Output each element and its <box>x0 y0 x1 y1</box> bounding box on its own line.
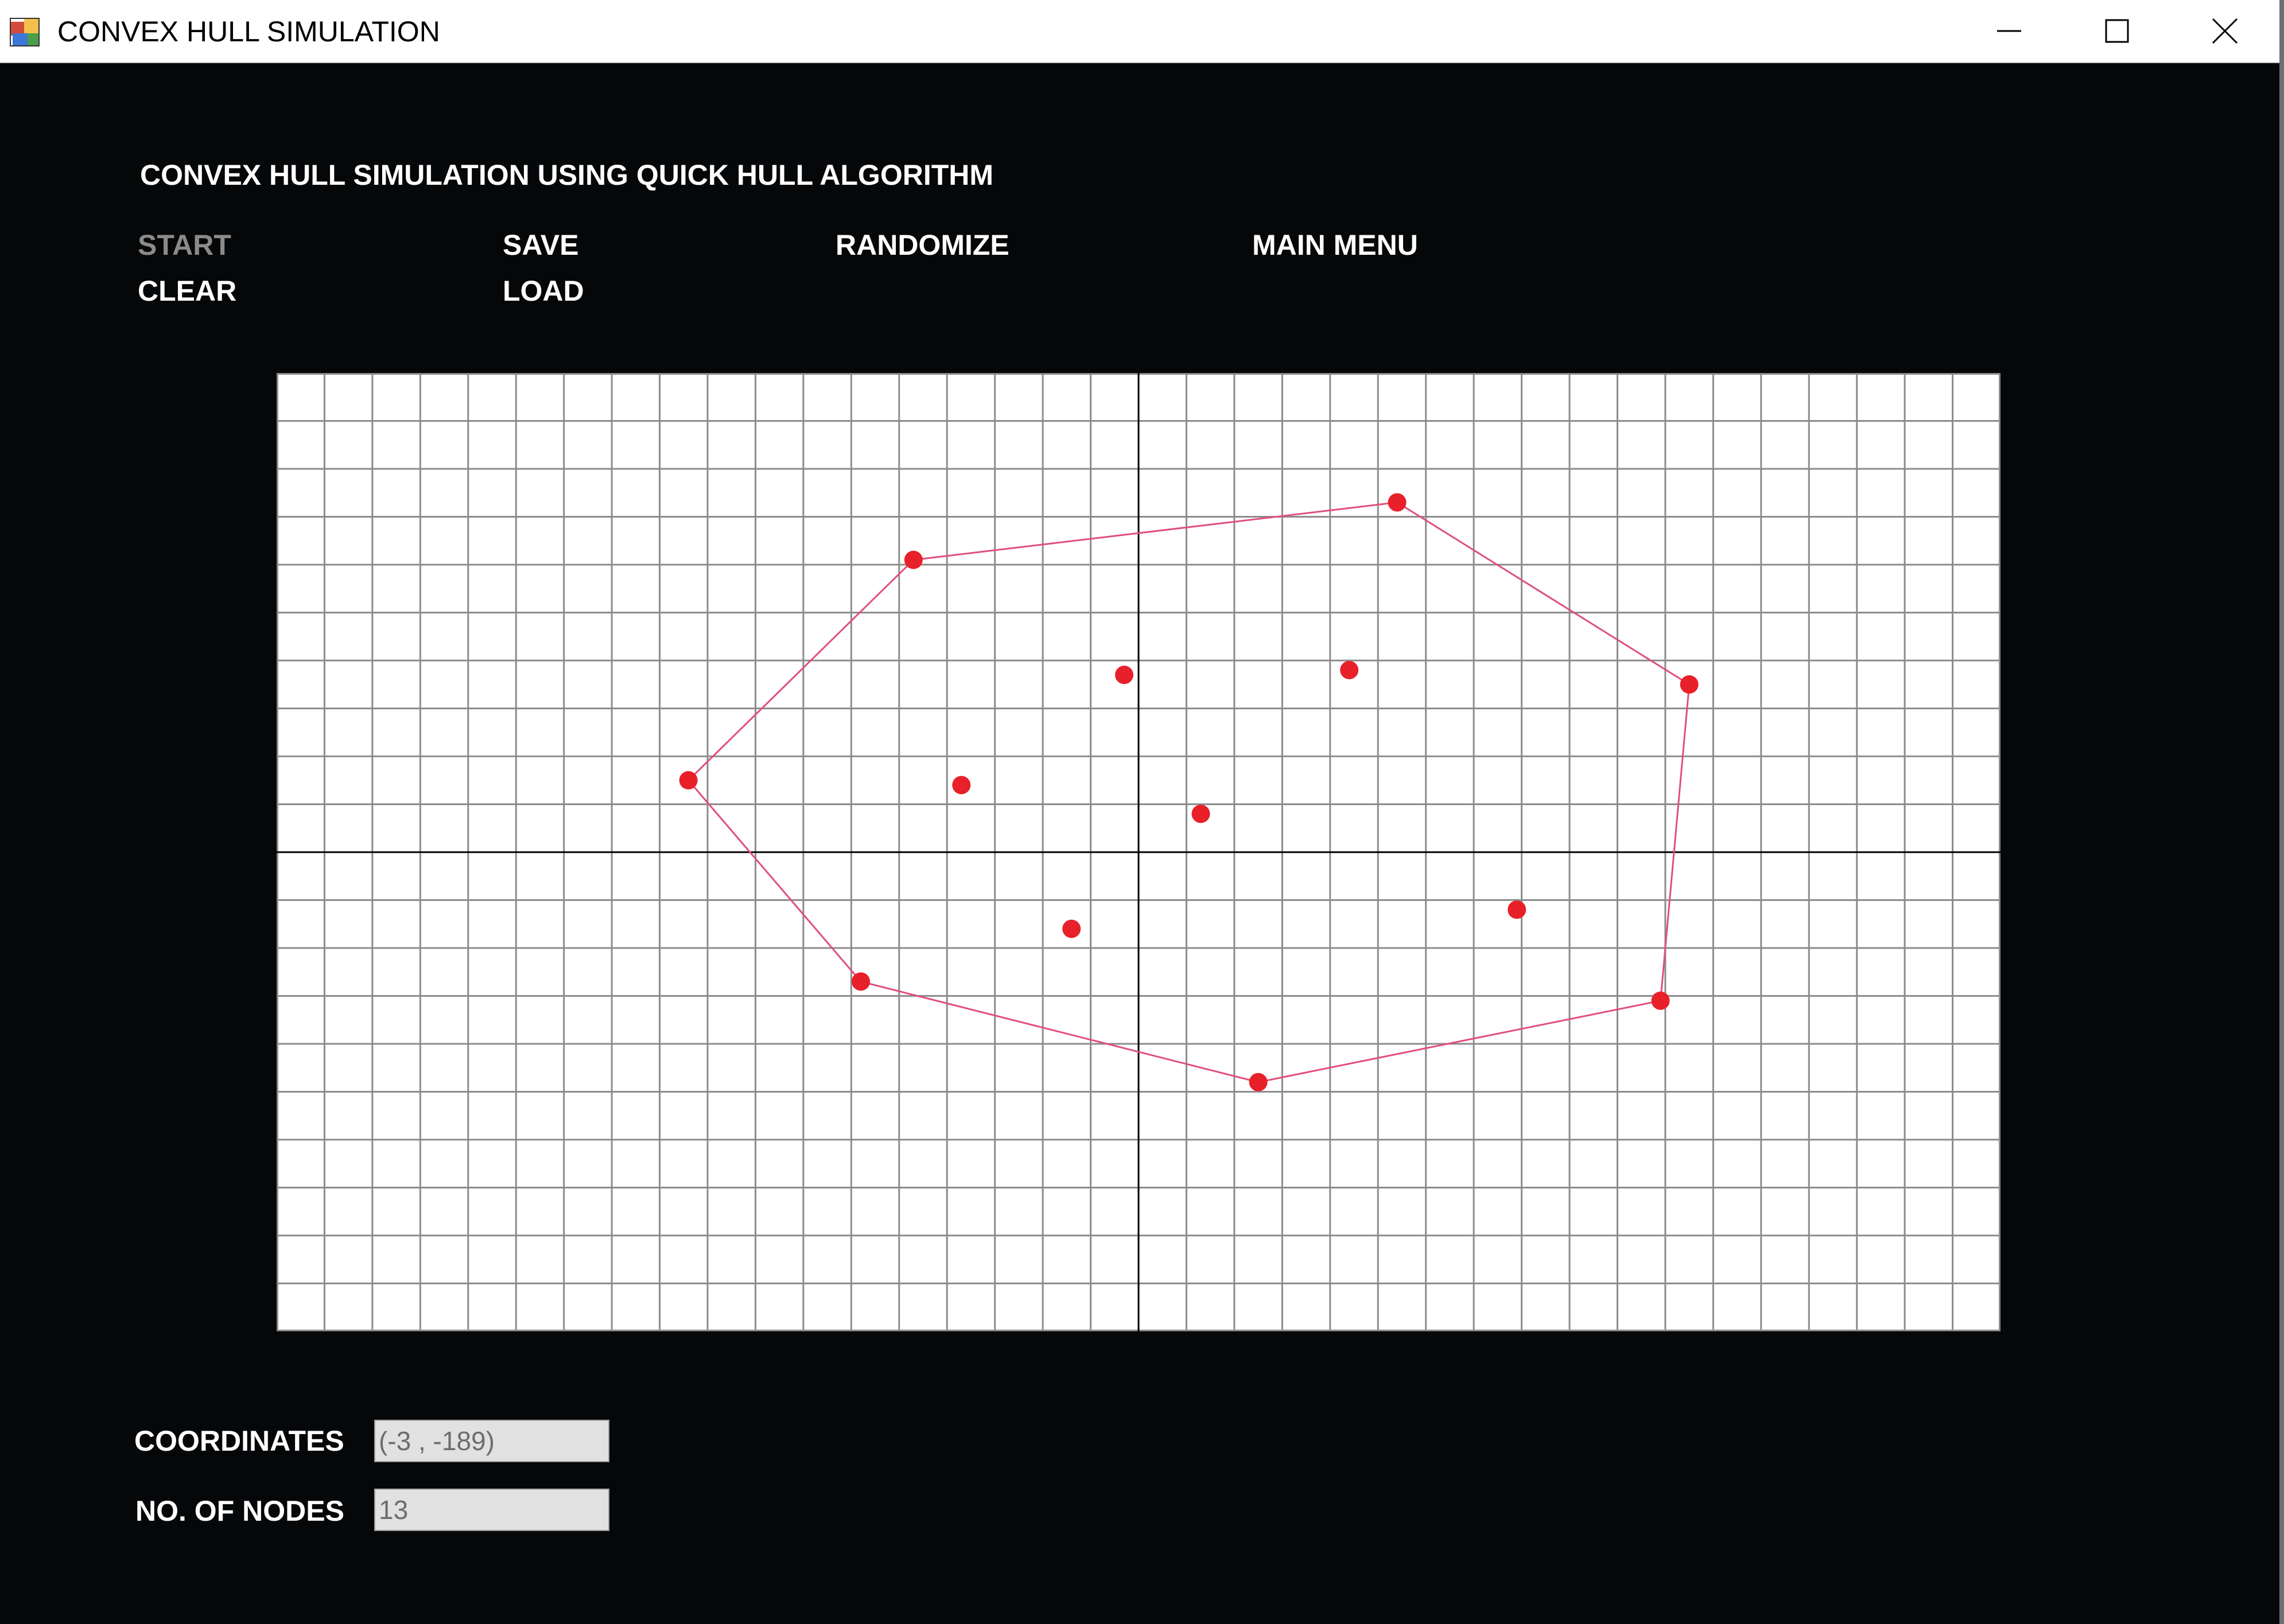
page-heading: CONVEX HULL SIMULATION USING QUICK HULL … <box>140 159 994 191</box>
start-button[interactable]: START <box>138 228 231 262</box>
nodes-count-label: NO. OF NODES <box>135 1495 344 1527</box>
node-point <box>1680 675 1699 694</box>
node-point <box>904 550 923 569</box>
simulation-canvas[interactable] <box>277 373 2001 1331</box>
clear-button[interactable]: CLEAR <box>138 274 236 308</box>
node-point <box>1191 805 1210 823</box>
title-bar[interactable]: CONVEX HULL SIMULATION <box>0 0 2279 63</box>
save-button[interactable]: SAVE <box>503 228 578 262</box>
window-title: CONVEX HULL SIMULATION <box>57 15 440 48</box>
node-point <box>852 972 871 991</box>
maximize-button[interactable] <box>2063 0 2171 62</box>
coordinates-label: COORDINATES <box>134 1425 344 1457</box>
load-button[interactable]: LOAD <box>503 274 584 308</box>
node-point <box>679 771 698 790</box>
maximize-icon <box>2105 19 2129 43</box>
minimize-button[interactable] <box>1955 0 2063 62</box>
minimize-icon <box>1997 30 2021 32</box>
app-icon <box>10 18 40 46</box>
nodes-layer <box>679 493 1699 1091</box>
coordinates-field[interactable] <box>374 1420 609 1462</box>
node-point <box>1388 493 1407 512</box>
randomize-button[interactable]: RANDOMIZE <box>836 228 1009 262</box>
node-point <box>1062 919 1081 938</box>
node-point <box>1340 661 1359 679</box>
node-point <box>1249 1073 1268 1091</box>
close-icon <box>2212 18 2238 44</box>
close-button[interactable] <box>2171 0 2279 62</box>
node-point <box>952 776 971 795</box>
nodes-count-field[interactable] <box>374 1489 609 1531</box>
main-menu-button[interactable]: MAIN MENU <box>1252 228 1418 262</box>
plot-svg[interactable] <box>277 373 2001 1331</box>
node-point <box>1651 991 1670 1010</box>
node-point <box>1114 666 1133 685</box>
node-point <box>1508 900 1526 919</box>
